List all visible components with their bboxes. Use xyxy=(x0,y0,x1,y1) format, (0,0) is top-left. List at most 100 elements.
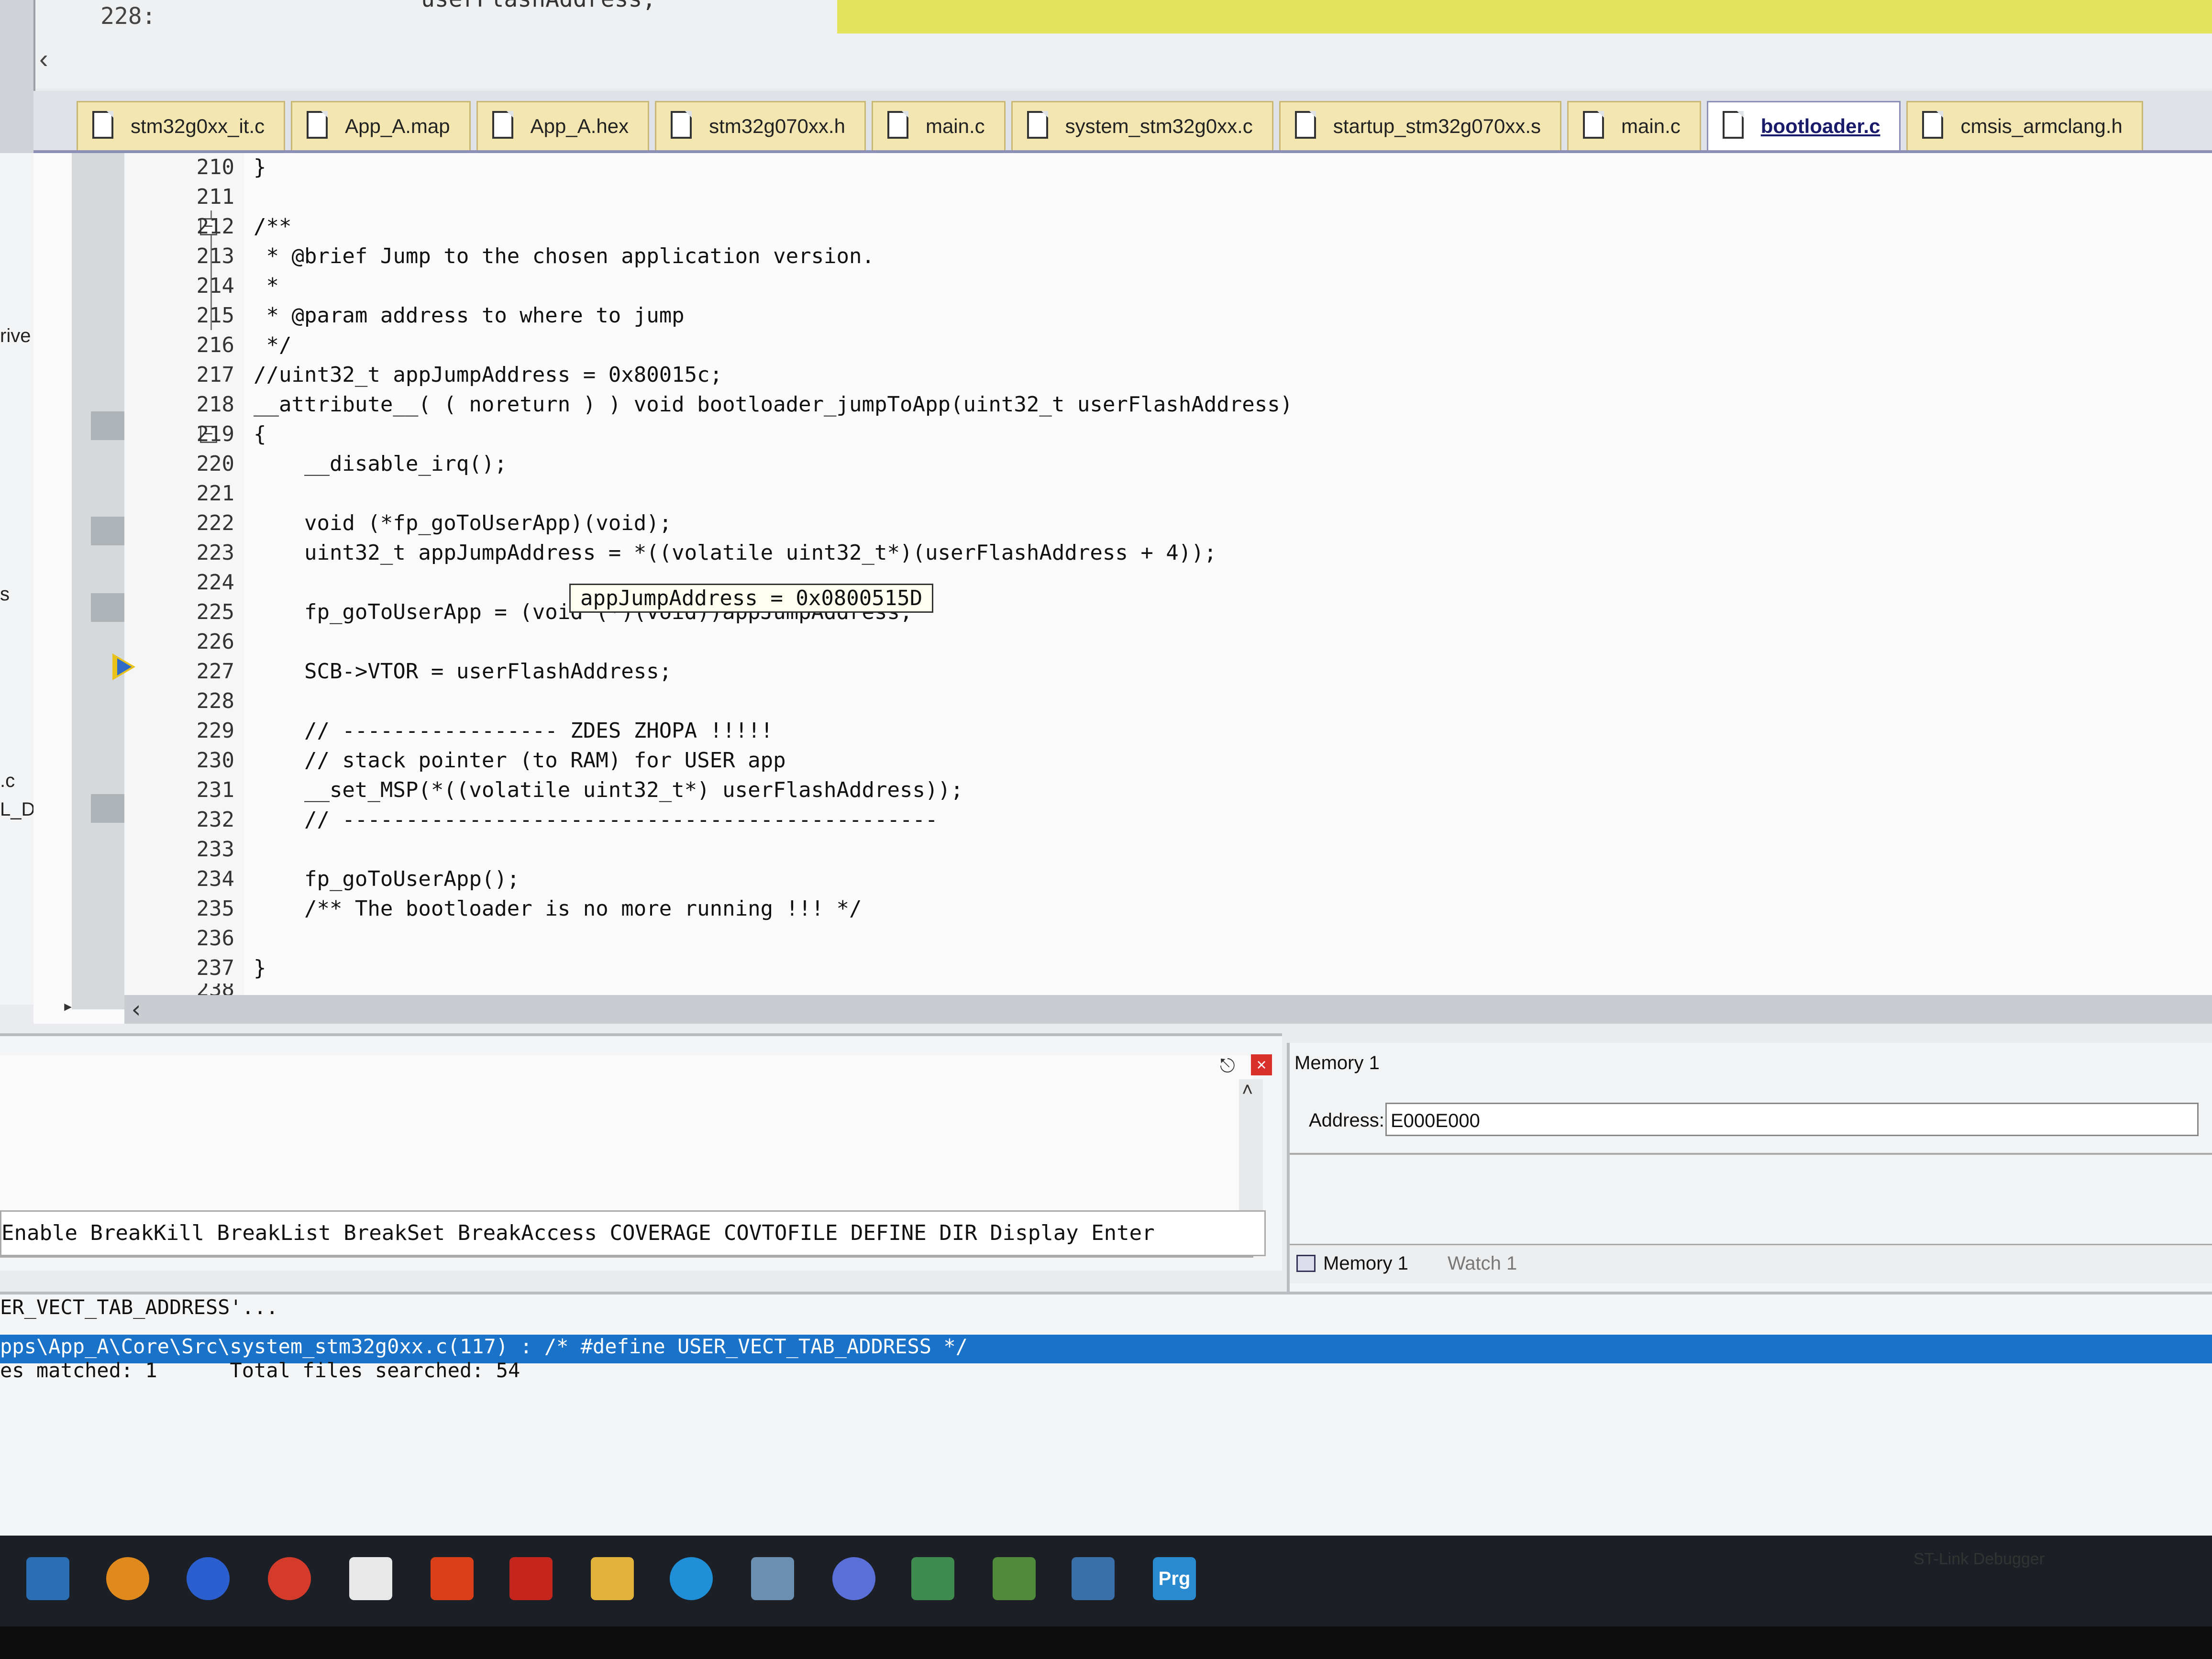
variable-tooltip: appJumpAddress = 0x0800515D xyxy=(569,584,934,613)
prg-icon[interactable]: Prg xyxy=(1153,1557,1196,1600)
code-line: 222 void (*fp_goToUserApp)(void); xyxy=(33,509,2212,538)
code-text: // stack pointer (to RAM) for USER app xyxy=(254,748,786,773)
browser-icon[interactable] xyxy=(106,1557,149,1600)
explorer-icon[interactable] xyxy=(591,1557,634,1600)
code-line: 236 xyxy=(33,924,2212,953)
skype-icon[interactable] xyxy=(670,1557,713,1600)
code-line: 216 */ xyxy=(33,331,2212,360)
find-in-files-window xyxy=(0,1292,2212,1543)
explorer-item[interactable]: .c xyxy=(0,770,15,792)
scroll-up-icon[interactable]: ˄ xyxy=(1242,1079,1253,1101)
code-text: void (*fp_goToUserApp)(void); xyxy=(254,511,672,535)
status-text: ST-Link Debugger xyxy=(1913,1550,2045,1568)
tab-memory-1[interactable]: Memory 1 xyxy=(1290,1245,1420,1282)
code-text: * @brief Jump to the chosen application … xyxy=(254,244,875,268)
code-text: __set_MSP(*((volatile uint32_t*) userFla… xyxy=(254,778,963,802)
code-line: 233 xyxy=(33,835,2212,864)
line-number: 223 xyxy=(196,541,234,565)
line-number: 218 xyxy=(196,392,234,417)
line-number: 233 xyxy=(196,837,234,862)
tab-label: main.c xyxy=(1621,115,1681,137)
chrome-icon[interactable] xyxy=(268,1557,311,1600)
line-number: 238 xyxy=(124,984,234,995)
line-number: 227 xyxy=(196,659,234,684)
code-line: 235 /** The bootloader is no more runnin… xyxy=(33,895,2212,923)
line-number: 220 xyxy=(196,452,234,476)
notes-icon[interactable] xyxy=(751,1557,794,1600)
line-number: 210 xyxy=(196,155,234,179)
vim-icon[interactable] xyxy=(911,1557,954,1600)
tab-watch-1[interactable]: Watch 1 xyxy=(1414,1245,1528,1282)
office-icon[interactable] xyxy=(431,1557,474,1600)
calculator-icon[interactable] xyxy=(1072,1557,1115,1600)
line-number: 228 xyxy=(196,689,234,713)
code-line: 231 __set_MSP(*((volatile uint32_t*) use… xyxy=(33,776,2212,805)
line-number: 236 xyxy=(196,926,234,951)
expand-arrow-icon[interactable]: ▸ xyxy=(62,995,74,1017)
line-number: 237 xyxy=(196,956,234,980)
command-hints: Enable BreakKill BreakList BreakSet Brea… xyxy=(0,1210,1266,1256)
find-result-header: ER_VECT_TAB_ADDRESS'... xyxy=(0,1295,278,1319)
wps-icon[interactable] xyxy=(509,1557,553,1600)
line-number: 219 xyxy=(196,422,234,446)
file-icon xyxy=(1027,111,1048,139)
horizontal-scrollbar[interactable]: ‹ xyxy=(124,995,2212,1024)
tab-label: App_A.hex xyxy=(530,115,629,137)
address-input[interactable]: E000E000 xyxy=(1385,1103,2199,1136)
code-line: 229 // ----------------- ZDES ZHOPA !!!!… xyxy=(33,717,2212,745)
tab-stm32g0xx-it-c[interactable]: stm32g0xx_it.c xyxy=(77,101,286,150)
code-text: { xyxy=(254,422,266,446)
explorer-item[interactable]: s xyxy=(0,584,10,605)
code-text: * xyxy=(254,274,279,298)
tab-label: Memory 1 xyxy=(1323,1253,1408,1274)
tab-app-a-hex[interactable]: App_A.hex xyxy=(476,101,650,150)
code-line: 221 xyxy=(33,479,2212,508)
line-number: 225 xyxy=(196,600,234,624)
code-line: 226 xyxy=(33,628,2212,656)
close-icon[interactable]: × xyxy=(1251,1054,1272,1075)
line-number: 235 xyxy=(196,896,234,921)
tab-system-stm32g0xx-c[interactable]: system_stm32g0xx.c xyxy=(1011,101,1273,150)
line-number: 217 xyxy=(196,363,234,387)
code-line: 215 * @param address to where to jump xyxy=(33,301,2212,330)
scroll-left-icon[interactable]: ‹ xyxy=(39,43,48,74)
tab-cmsis-armclang-h[interactable]: cmsis_armclang.h xyxy=(1906,101,2143,150)
tab-main-c-2[interactable]: main.c xyxy=(1567,101,1701,150)
code-text: } xyxy=(254,956,266,980)
code-line: 211 xyxy=(33,183,2212,211)
file-icon xyxy=(1722,111,1744,139)
find-summary: es matched: 1 Total files searched: 54 xyxy=(0,1359,520,1382)
tab-label: stm32g0xx_it.c xyxy=(131,115,265,137)
tab-startup-stm32g070xx-s[interactable]: startup_stm32g070xx.s xyxy=(1279,101,1562,150)
code-text: * @param address to where to jump xyxy=(254,303,685,328)
tab-main-c[interactable]: main.c xyxy=(871,101,1006,150)
scroll-left-icon[interactable]: ‹ xyxy=(129,995,144,1024)
file-icon xyxy=(492,111,513,139)
tab-label: cmsis_armclang.h xyxy=(1960,115,2123,137)
code-editor[interactable]: 210} 211 −212/** 213 * @brief Jump to th… xyxy=(33,153,2212,1024)
pin-icon[interactable]: ⎋ xyxy=(1220,1055,1235,1077)
line-number: 222 xyxy=(196,511,234,535)
previous-pane: userFlashAddress; 228: ‹ xyxy=(0,0,2212,88)
tab-stm32g070xx-h[interactable]: stm32g070xx.h xyxy=(655,101,866,150)
code-text: fp_goToUserApp(); xyxy=(254,867,520,891)
image-icon[interactable] xyxy=(993,1557,1036,1600)
line-number: 234 xyxy=(196,867,234,891)
line-number: 211 xyxy=(196,185,234,209)
mail-icon[interactable] xyxy=(26,1557,69,1600)
teams-icon[interactable] xyxy=(832,1557,875,1600)
tab-label: Watch 1 xyxy=(1448,1253,1517,1274)
file-icon[interactable] xyxy=(349,1557,392,1600)
explorer-item[interactable]: rive xyxy=(0,325,31,347)
find-result-row[interactable]: pps\App_A\Core\Src\system_stm32g0xx.c(11… xyxy=(0,1335,968,1358)
line-number: 216 xyxy=(196,333,234,357)
line-number: 212 xyxy=(196,214,234,239)
maps-icon[interactable] xyxy=(187,1557,230,1600)
code-line: 223 uint32_t appJumpAddress = *((volatil… xyxy=(33,539,2212,567)
memory-icon xyxy=(1296,1255,1316,1272)
tab-app-a-map[interactable]: App_A.map xyxy=(291,101,471,150)
line-number: 230 xyxy=(196,748,234,773)
code-line: 214 * xyxy=(33,272,2212,300)
code-text: // -------------------------------------… xyxy=(254,807,938,832)
tab-bootloader-c[interactable]: bootloader.c xyxy=(1706,101,1901,150)
